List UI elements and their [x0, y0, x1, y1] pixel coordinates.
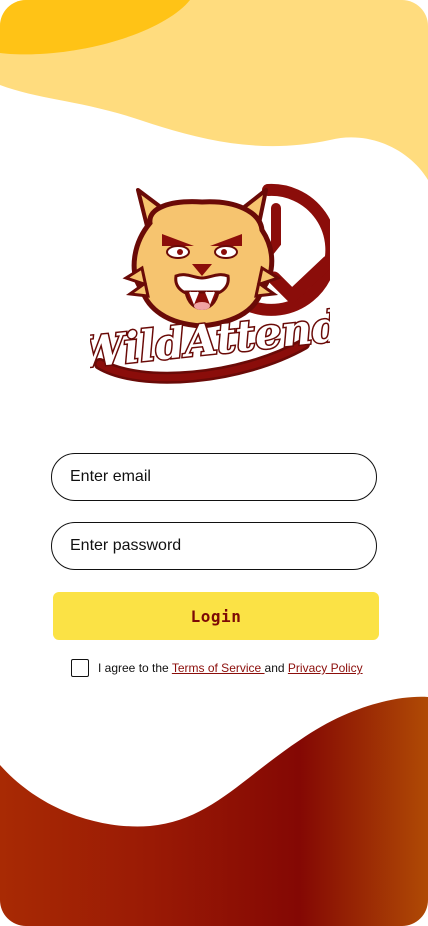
wildattend-logo: WildAttend — [90, 183, 330, 384]
terms-of-service-link[interactable]: Terms of Service — [172, 661, 265, 675]
email-input[interactable] — [68, 467, 352, 487]
privacy-policy-link[interactable]: Privacy Policy — [288, 661, 363, 675]
terms-agreement: I agree to the Terms of Service and Priv… — [71, 659, 363, 677]
terms-conjunction: and — [264, 661, 288, 675]
password-input[interactable] — [68, 536, 352, 556]
password-field[interactable] — [51, 522, 377, 570]
terms-prefix: I agree to the — [98, 661, 172, 675]
wildcat-mascot — [122, 188, 282, 329]
login-button[interactable]: Login — [53, 592, 379, 640]
terms-checkbox[interactable] — [71, 659, 89, 677]
email-field[interactable] — [51, 453, 377, 501]
terms-text: I agree to the Terms of Service and Priv… — [98, 661, 363, 675]
login-screen: WildAttend Login I agree to the Terms of… — [0, 0, 428, 926]
bottom-wave — [0, 696, 428, 926]
